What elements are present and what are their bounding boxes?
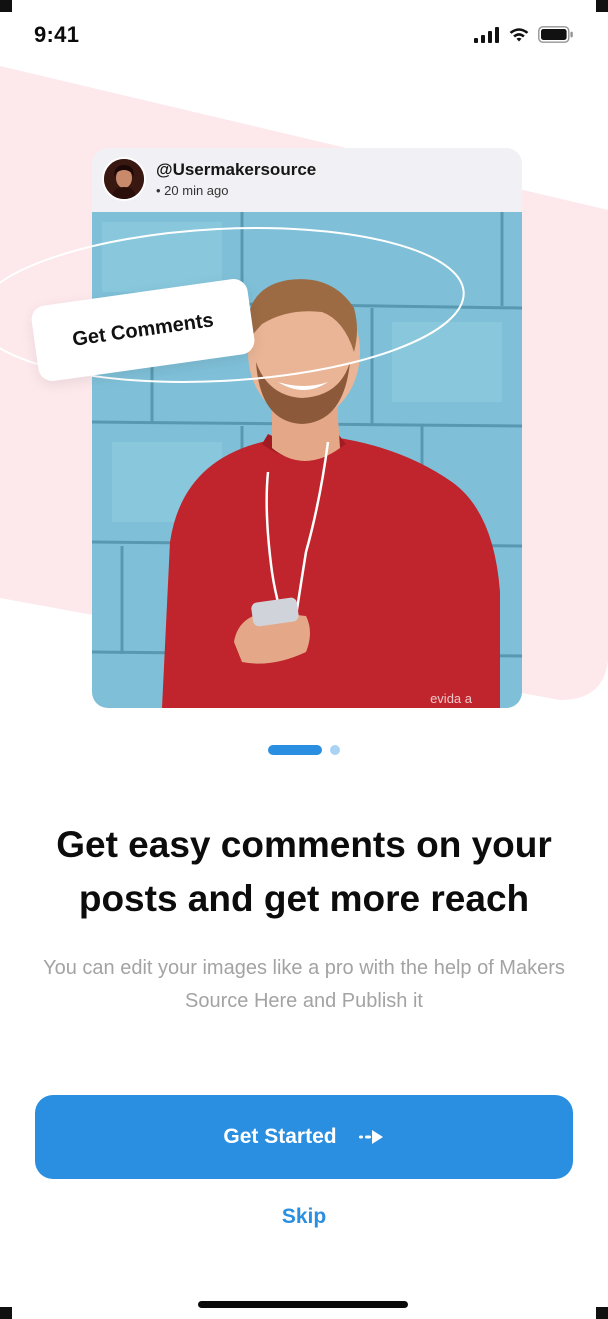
status-icons xyxy=(474,26,574,43)
post-photo: evida a xyxy=(92,212,522,708)
page-dot[interactable] xyxy=(330,745,340,755)
status-bar: 9:41 xyxy=(0,0,608,70)
corner-mark xyxy=(0,0,12,12)
photo-caption-fragment: evida a xyxy=(430,691,472,706)
post-username[interactable]: @Usermakersource xyxy=(156,160,316,180)
avatar-image xyxy=(104,159,144,199)
arrow-right-icon xyxy=(358,1130,383,1144)
onboarding-screen: 9:41 @Usermakersource • 20 min ago evida… xyxy=(0,0,608,1319)
skip-link[interactable]: Skip xyxy=(254,1205,354,1229)
post-header: @Usermakersource • 20 min ago xyxy=(92,148,522,212)
onboarding-headline: Get easy comments on your posts and get … xyxy=(56,824,552,919)
man-with-phone-photo xyxy=(92,212,522,708)
corner-mark xyxy=(596,0,608,12)
post-card: @Usermakersource • 20 min ago evida a xyxy=(92,148,522,708)
page-indicator xyxy=(268,745,340,755)
avatar[interactable] xyxy=(102,157,146,201)
get-started-label: Get Started xyxy=(223,1125,337,1148)
page-dot-active[interactable] xyxy=(268,745,322,755)
corner-mark xyxy=(596,1307,608,1319)
home-indicator[interactable] xyxy=(198,1301,408,1308)
wifi-icon xyxy=(509,27,529,41)
battery-icon xyxy=(538,26,573,43)
get-comments-label: Get Comments xyxy=(70,308,215,351)
get-started-button[interactable]: Get Started xyxy=(35,1095,573,1179)
post-time: • 20 min ago xyxy=(156,183,229,198)
status-time: 9:41 xyxy=(34,22,80,47)
corner-mark xyxy=(0,1307,12,1319)
onboarding-description: You can edit your images like a pro with… xyxy=(43,957,565,1012)
cellular-signal-icon xyxy=(474,26,499,43)
